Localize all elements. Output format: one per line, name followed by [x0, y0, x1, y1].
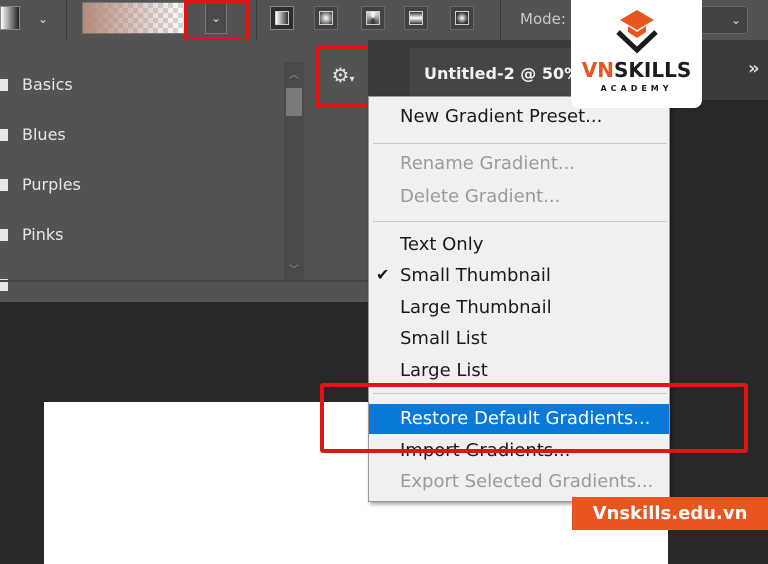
- radial-gradient-button[interactable]: [314, 6, 338, 30]
- menu-item-label: Delete Gradient...: [400, 186, 561, 207]
- scroll-down-icon[interactable]: ﹀: [289, 261, 299, 276]
- linear-gradient-icon: [275, 11, 289, 25]
- mode-select[interactable]: ⌄: [700, 6, 748, 34]
- divider: [500, 0, 501, 40]
- folder-icon: [0, 79, 8, 91]
- menu-item-export-selected-gradients: Export Selected Gradients...: [369, 468, 669, 496]
- double-chevron-right-icon[interactable]: »: [748, 58, 760, 79]
- menu-item-large-thumbnail[interactable]: Large Thumbnail: [369, 294, 669, 322]
- preset-folder-partial[interactable]: [0, 270, 280, 300]
- folder-label: Pinks: [22, 225, 64, 244]
- folder-icon: [0, 129, 8, 141]
- annotation-highlight-box: [320, 383, 748, 453]
- preset-folder-blues[interactable]: Blues: [0, 120, 280, 150]
- preset-folder-list: Basics Blues Purples Pinks: [0, 60, 306, 322]
- website-badge: Vnskills.edu.vn: [572, 497, 768, 530]
- annotation-highlight-box: [184, 0, 250, 42]
- menu-item-large-list[interactable]: Large List: [369, 357, 669, 385]
- menu-divider: [373, 143, 667, 144]
- menu-item-small-list[interactable]: Small List: [369, 325, 669, 353]
- menu-item-label: Rename Gradient...: [400, 153, 576, 174]
- preset-folder-pinks[interactable]: Pinks: [0, 220, 280, 250]
- chevron-down-icon: ⌄: [730, 13, 741, 27]
- menu-item-label: Export Selected Gradients...: [400, 471, 654, 492]
- radial-gradient-icon: [319, 11, 333, 25]
- folder-icon: [0, 179, 8, 191]
- menu-item-text-only[interactable]: Text Only: [369, 231, 669, 259]
- preset-scrollbar[interactable]: ︿ ﹀: [284, 62, 304, 280]
- folder-icon: [0, 229, 8, 241]
- reflected-gradient-icon: [409, 11, 423, 25]
- menu-item-small-thumbnail[interactable]: ✔ Small Thumbnail: [369, 262, 669, 290]
- diamond-gradient-icon: [455, 11, 469, 25]
- menu-item-label: Large List: [400, 360, 488, 381]
- divider: [256, 0, 257, 40]
- chevron-down-icon[interactable]: ⌄: [38, 12, 48, 26]
- annotation-highlight-box: [316, 46, 374, 108]
- brand-logo: VNSKILLS ACADEMY: [571, 0, 702, 108]
- folder-label: Blues: [22, 125, 66, 144]
- document-tab-title: Untitled-2 @ 50%: [424, 64, 581, 83]
- checkmark-icon: ✔: [376, 265, 390, 284]
- menu-item-label: Small List: [400, 328, 488, 349]
- preset-folder-purples[interactable]: Purples: [0, 170, 280, 200]
- logo-prefix: VN: [581, 58, 614, 82]
- folder-label: Basics: [22, 75, 73, 94]
- menu-item-rename-gradient: Rename Gradient...: [369, 150, 669, 178]
- divider: [66, 0, 67, 40]
- menu-item-label: Text Only: [400, 234, 484, 255]
- scroll-up-icon[interactable]: ︿: [289, 66, 299, 81]
- logo-suffix: SKILLS: [613, 58, 692, 82]
- logo-wordmark: VNSKILLS: [571, 58, 702, 82]
- folder-label: Purples: [22, 175, 81, 194]
- menu-item-label: New Gradient Preset...: [400, 106, 603, 127]
- current-tool-gradient-swatch[interactable]: [0, 6, 20, 30]
- angle-gradient-icon: [366, 11, 380, 25]
- reflected-gradient-button[interactable]: [404, 6, 428, 30]
- gradient-preset-panel: Basics Blues Purples Pinks ︿ ﹀: [0, 40, 368, 302]
- vnskills-logo-icon: [616, 10, 658, 54]
- angle-gradient-button[interactable]: [361, 6, 385, 30]
- scrollbar-thumb[interactable]: [286, 88, 302, 116]
- menu-item-label: Small Thumbnail: [400, 265, 551, 286]
- mode-label: Mode:: [520, 10, 566, 28]
- linear-gradient-button[interactable]: [270, 6, 294, 30]
- preset-folder-basics[interactable]: Basics: [0, 70, 280, 100]
- diamond-gradient-button[interactable]: [450, 6, 474, 30]
- divider: [0, 280, 368, 282]
- gradient-preview[interactable]: [82, 2, 186, 34]
- menu-divider: [373, 221, 667, 222]
- menu-item-label: Large Thumbnail: [400, 297, 552, 318]
- logo-subtitle: ACADEMY: [600, 84, 673, 93]
- menu-item-delete-gradient: Delete Gradient...: [369, 183, 669, 211]
